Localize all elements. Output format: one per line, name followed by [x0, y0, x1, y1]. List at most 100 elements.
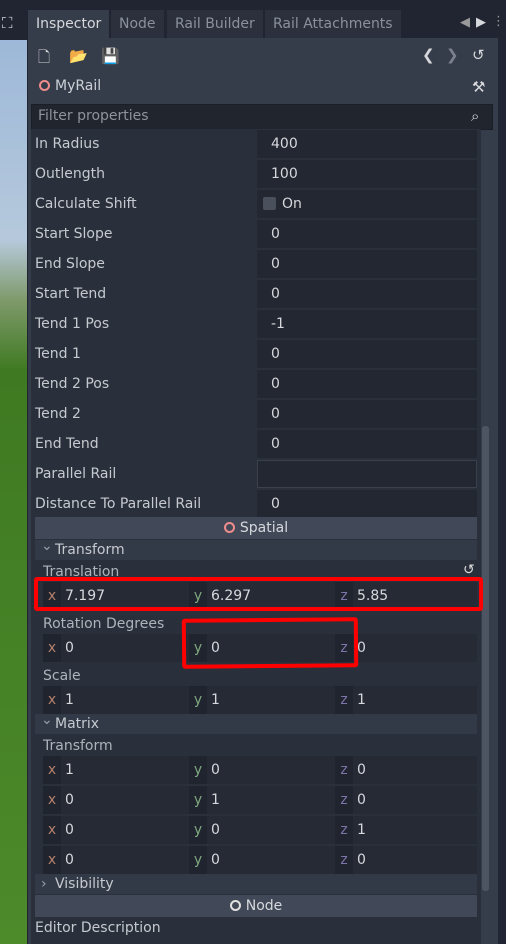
rotation-z-field[interactable]: 0	[357, 634, 477, 662]
property-label: Tend 2 Pos	[35, 376, 110, 392]
property-value-field[interactable]: 0	[257, 340, 477, 368]
node-circle-icon	[223, 522, 235, 533]
scale-y-field[interactable]: 1	[211, 686, 331, 714]
matrix-row: x1y0z0	[43, 756, 477, 784]
property-value-field[interactable]: 0	[257, 400, 477, 428]
tab-inspector[interactable]: Inspector	[28, 10, 110, 38]
fullscreen-icon[interactable]: ⛶	[2, 14, 13, 32]
filter-properties-input[interactable]: Filter properties	[31, 104, 493, 130]
object-properties-icon[interactable]: ⚒	[472, 78, 485, 96]
axis-label-y: y	[189, 816, 207, 844]
new-resource-icon[interactable]: 🗋	[38, 47, 50, 72]
tab-scroll-right-icon[interactable]: ▶	[476, 15, 486, 30]
rotation-x-field[interactable]: 0	[65, 634, 185, 662]
scale: x1y1z1	[43, 686, 477, 714]
node-circle-icon	[39, 80, 50, 91]
property-value: 0	[271, 346, 280, 362]
property-value: 0	[271, 256, 280, 272]
property-value-field[interactable]: 400	[257, 130, 477, 158]
property-label: End Slope	[35, 256, 105, 272]
property-value-field[interactable]: 100	[257, 160, 477, 188]
property-value: 0	[271, 226, 280, 242]
property-value-field[interactable]	[257, 460, 477, 488]
group-transform[interactable]: ⌄ Transform	[35, 538, 477, 560]
highlight-box-rotation-y	[181, 617, 359, 669]
search-icon: ⌕	[471, 107, 480, 125]
tab-rail-attachments[interactable]: Rail Attachments	[265, 10, 401, 38]
property-label: Distance To Parallel Rail	[35, 496, 202, 512]
property-value-field[interactable]: -1	[257, 310, 477, 338]
save-icon[interactable]: 💾	[101, 47, 120, 65]
group-title: Transform	[55, 542, 125, 558]
matrix-row-x-field[interactable]: 0	[65, 816, 185, 844]
property-value-field[interactable]: On	[257, 190, 477, 218]
property-value-field[interactable]: 0	[257, 280, 477, 308]
property-list: In Radius 400 Outlength 100 Calculate Shift O…	[31, 129, 481, 944]
scrollbar[interactable]	[482, 426, 489, 891]
group-matrix[interactable]: ⌄ Matrix	[35, 712, 477, 734]
matrix-row-y-field[interactable]: 1	[211, 786, 331, 814]
revert-icon[interactable]: ↺	[463, 562, 475, 578]
group-visibility[interactable]: › Visibility	[35, 874, 477, 894]
matrix-row-y-field[interactable]: 0	[211, 756, 331, 784]
matrix-row-y-field[interactable]: 0	[211, 816, 331, 844]
property-value-field[interactable]: 0	[257, 220, 477, 248]
matrix-row-x-field[interactable]: 0	[65, 786, 185, 814]
matrix-row-z-field[interactable]: 1	[357, 816, 477, 844]
property-value: 0	[271, 286, 280, 302]
section-spatial: Spatial	[35, 517, 477, 539]
chevron-down-icon: ⌄	[41, 538, 53, 554]
back-icon[interactable]: ❮	[422, 46, 435, 64]
tab-rail-builder[interactable]: Rail Builder	[167, 10, 263, 38]
scale-z-field[interactable]: 1	[357, 686, 477, 714]
history-icon[interactable]: ↺	[472, 46, 485, 64]
matrix-row-x-field[interactable]: 1	[65, 756, 185, 784]
property-label: Calculate Shift	[35, 196, 137, 212]
object-name: MyRail	[39, 78, 101, 94]
rotation-degrees-label: Rotation Degrees	[43, 616, 165, 632]
matrix-row-z-field[interactable]: 0	[357, 786, 477, 814]
property-label: Tend 1 Pos	[35, 316, 110, 332]
property-value: 0	[271, 376, 280, 392]
axis-label-x: x	[43, 756, 61, 784]
property-value: 0	[271, 406, 280, 422]
axis-label-z: z	[335, 756, 353, 784]
matrix-row-y-field[interactable]: 0	[211, 846, 331, 874]
scale-label: Scale	[43, 668, 81, 684]
open-folder-icon[interactable]: 📂	[69, 47, 88, 65]
editor-description-label: Editor Description	[35, 920, 161, 936]
property-value: -1	[271, 316, 285, 332]
axis-label-x: x	[43, 786, 61, 814]
forward-icon[interactable]: ❯	[446, 46, 459, 64]
axis-label-y: y	[189, 786, 207, 814]
property-value-field[interactable]: 0	[257, 490, 477, 518]
matrix-row: x0y1z0	[43, 786, 477, 814]
tab-node[interactable]: Node	[111, 10, 164, 38]
3d-viewport[interactable]	[0, 40, 27, 944]
property-value-field[interactable]: 0	[257, 370, 477, 398]
axis-label-x: x	[43, 846, 61, 874]
section-title: Spatial	[239, 520, 289, 536]
property-value: 400	[271, 136, 298, 152]
matrix-row: x0y0z1	[43, 816, 477, 844]
node-circle-icon	[229, 900, 241, 911]
property-value: 100	[271, 166, 298, 182]
property-label: End Tend	[35, 436, 99, 452]
matrix-row-x-field[interactable]: 0	[65, 846, 185, 874]
matrix-row-z-field[interactable]: 0	[357, 846, 477, 874]
checkbox-icon[interactable]	[263, 197, 276, 210]
property-value: On	[282, 196, 302, 212]
property-label: Parallel Rail	[35, 466, 117, 482]
property-value-field[interactable]: 0	[257, 250, 477, 278]
axis-label-y: y	[189, 846, 207, 874]
property-value-field[interactable]: 0	[257, 430, 477, 458]
axis-label-z: z	[335, 786, 353, 814]
property-label: Tend 2	[35, 406, 81, 422]
menu-dots-icon[interactable]: ⋮	[492, 14, 505, 29]
property-label: Outlength	[35, 166, 106, 182]
axis-label-x: x	[43, 816, 61, 844]
scale-x-field[interactable]: 1	[65, 686, 185, 714]
matrix-row-z-field[interactable]: 0	[357, 756, 477, 784]
viewport-toolbar: ⛶	[0, 0, 27, 40]
tab-scroll-left-icon[interactable]: ◀	[460, 15, 470, 30]
